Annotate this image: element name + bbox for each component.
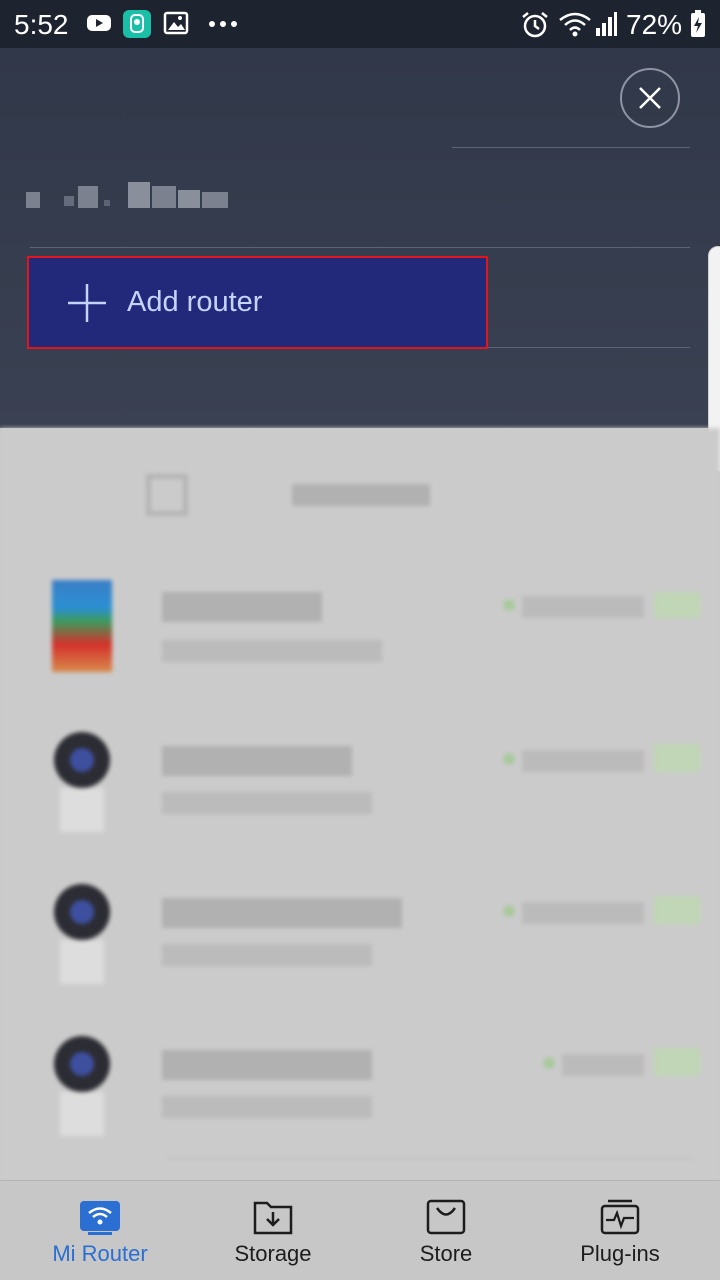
gallery-icon — [163, 11, 189, 35]
alarm-icon — [522, 12, 548, 38]
blurred-text — [162, 640, 382, 662]
blurred-signal — [654, 592, 700, 618]
current-router-item[interactable] — [24, 178, 234, 218]
blurred-signal — [654, 896, 700, 924]
blurred-text — [162, 792, 372, 814]
blurred-text — [162, 1050, 372, 1080]
battery-charging-icon — [691, 10, 705, 37]
nav-label: Mi Router — [52, 1241, 148, 1266]
shopping-bag-icon — [426, 1199, 466, 1235]
battery-percent: 72% — [626, 9, 683, 40]
blurred-icon — [146, 474, 188, 516]
divider — [452, 147, 690, 148]
blurred-text — [162, 746, 352, 776]
nav-store[interactable]: Store — [356, 1181, 536, 1280]
nav-storage[interactable]: Storage — [183, 1181, 363, 1280]
cell-signal-icon — [596, 12, 617, 36]
blurred-signal — [654, 1048, 700, 1076]
blurred-text — [522, 596, 644, 618]
plugins-pulse-icon — [600, 1199, 640, 1235]
plus-icon — [68, 283, 106, 322]
bottom-navigation: Mi Router Storage Store Plug-ins — [0, 1180, 720, 1280]
nav-label: Plug-ins — [580, 1241, 660, 1266]
blurred-status-dot — [504, 754, 514, 764]
storage-download-icon — [253, 1201, 293, 1235]
blurred-status-dot — [504, 600, 514, 610]
blurred-text — [522, 750, 644, 772]
divider — [168, 1158, 694, 1159]
nav-mi-router[interactable]: Mi Router — [10, 1181, 190, 1280]
close-icon — [639, 87, 661, 109]
add-router-label: Add router — [127, 286, 263, 318]
wifi-router-icon — [80, 1201, 120, 1235]
device-thumbnail — [52, 1036, 112, 1136]
nav-label: Store — [419, 1241, 473, 1266]
blurred-text — [162, 898, 402, 928]
youtube-icon — [87, 15, 111, 31]
add-router-button[interactable]: Add router — [27, 256, 488, 349]
close-button[interactable] — [620, 68, 680, 128]
device-thumbnail — [52, 732, 112, 832]
camera-app-icon — [123, 10, 151, 38]
blurred-status-dot — [504, 906, 514, 916]
nav-label: Storage — [234, 1241, 312, 1266]
status-bar: 5:52 72% — [0, 0, 720, 48]
blurred-text — [562, 1054, 644, 1076]
blurred-text — [292, 484, 430, 506]
blurred-text — [162, 944, 372, 966]
blurred-device-list — [0, 428, 720, 1180]
blurred-text — [162, 1096, 372, 1118]
status-time: 5:52 — [14, 9, 69, 40]
blurred-signal — [654, 744, 700, 772]
blurred-status-dot — [544, 1058, 554, 1068]
nav-plugins[interactable]: Plug-ins — [530, 1181, 710, 1280]
blurred-text — [162, 592, 322, 622]
router-switch-panel: Add router — [0, 48, 720, 428]
blurred-text — [522, 902, 644, 924]
divider — [488, 347, 690, 348]
more-notifications-icon — [209, 21, 237, 27]
device-thumbnail — [52, 580, 112, 672]
divider — [30, 247, 690, 248]
device-thumbnail — [52, 884, 112, 984]
wifi-status-icon — [559, 12, 591, 37]
